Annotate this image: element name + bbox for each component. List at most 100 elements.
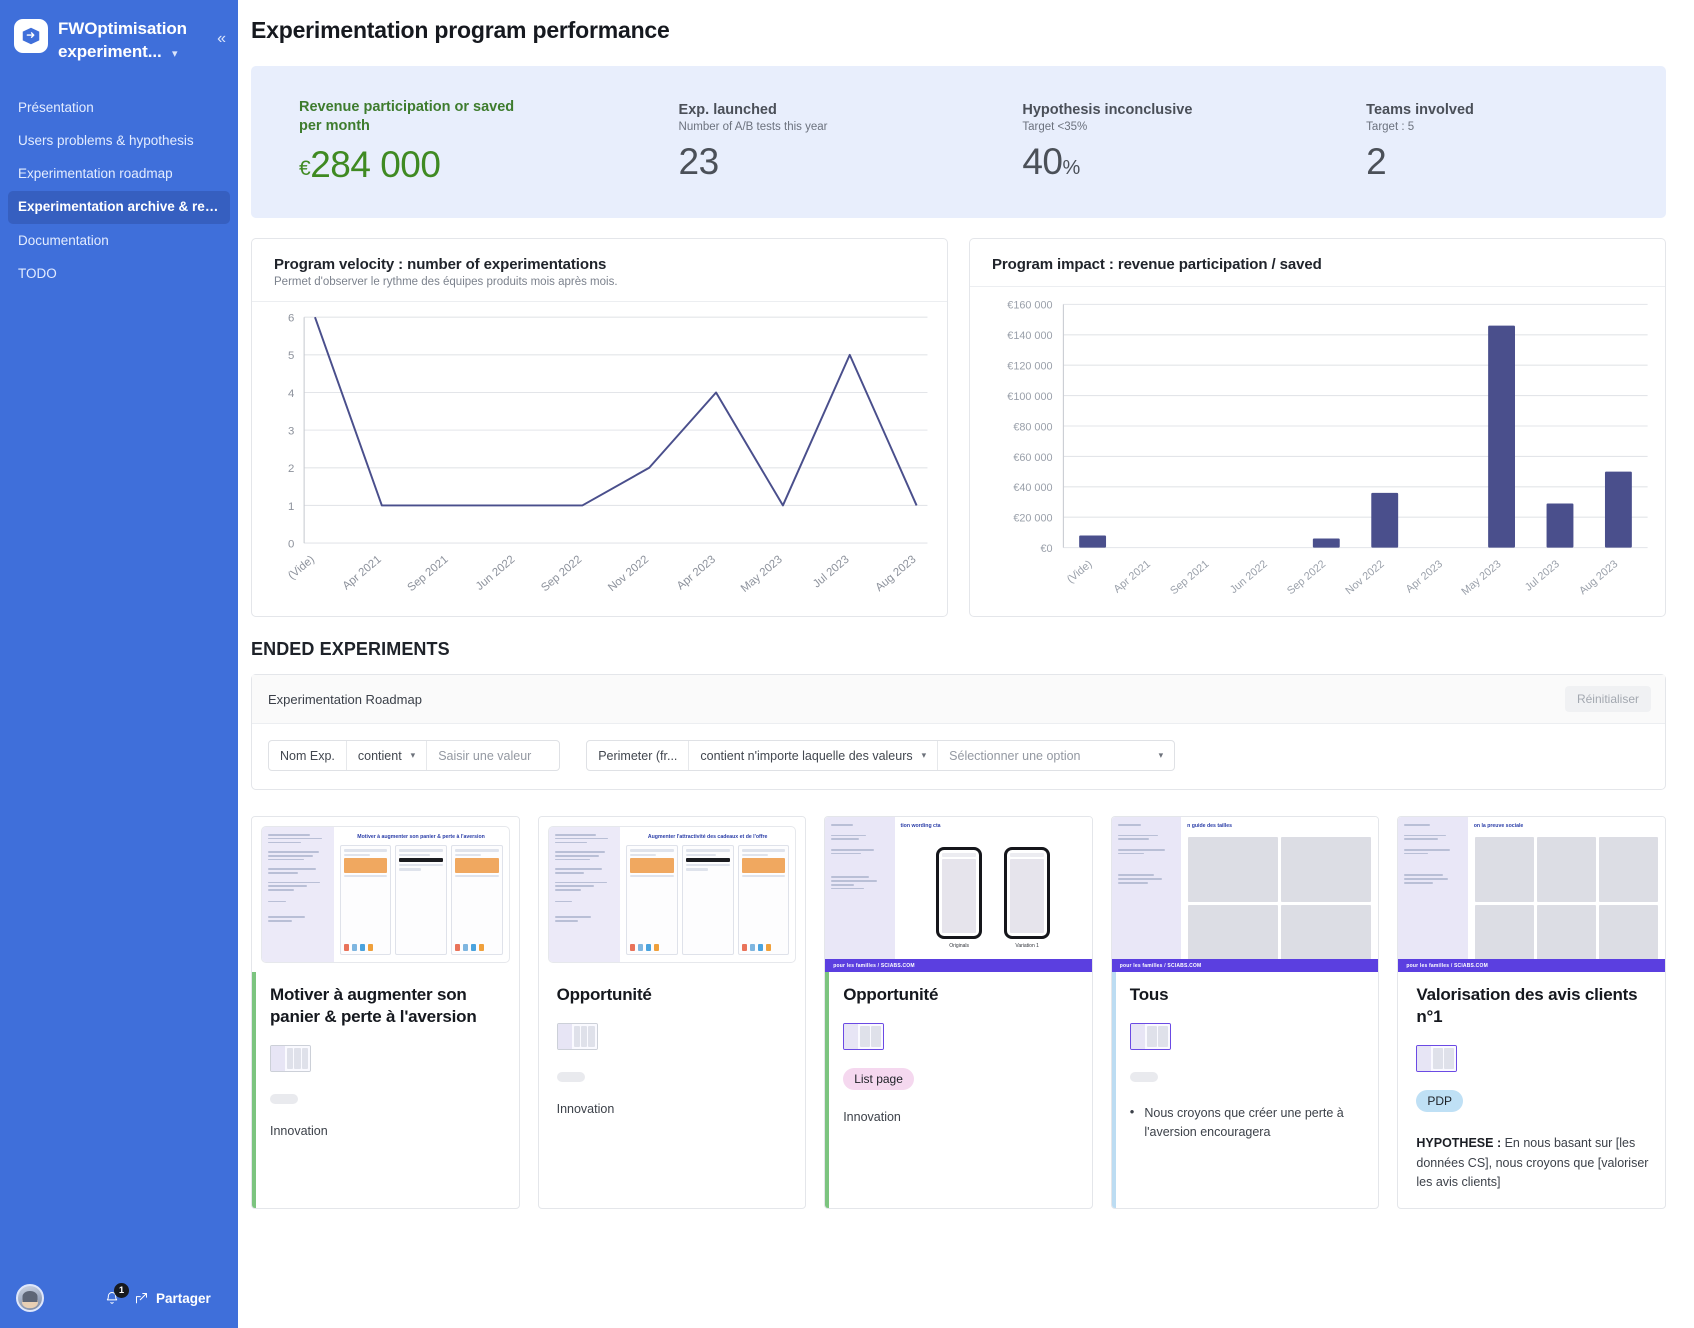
experiment-pill: PDP (1416, 1090, 1464, 1113)
chart-plot-area: 0 1 2 3 4 5 6 (Vide) Apr 2021 Sep 2021 Jun 2022 Sep… (252, 302, 947, 616)
experiment-bullet: • Nous croyons que créer une perte à l'a… (1130, 1104, 1365, 1143)
cover-side-column (1398, 817, 1468, 972)
experiment-thumbnail[interactable] (843, 1023, 885, 1051)
chevron-down-icon[interactable]: ▾ (172, 47, 178, 60)
sidebar-item-experimentation-roadmap[interactable]: Experimentation roadmap (8, 158, 230, 190)
workspace-title: FWOptimisation experiment... (58, 19, 187, 61)
svg-text:4: 4 (288, 388, 294, 400)
experiment-card[interactable]: Augmenter l'attractivité des cadeaux et … (537, 816, 807, 1210)
filter-value-input[interactable]: Saisir une valeur (427, 741, 559, 770)
experiment-thumbnail[interactable] (1129, 1023, 1171, 1051)
svg-text:€0: €0 (1040, 543, 1052, 555)
notifications-button[interactable]: 1 (104, 1282, 129, 1307)
kpi-label: Exp. launched (678, 101, 777, 118)
cover-thumb (339, 845, 392, 955)
svg-text:5: 5 (288, 350, 294, 362)
svg-text:0: 0 (288, 538, 294, 550)
svg-text:€80 000: €80 000 (1013, 421, 1052, 433)
kpi-currency: € (299, 156, 311, 180)
cover-grid-preview: on la preuve sociale pour les familles /… (1398, 817, 1665, 972)
svg-text:Apr 2023: Apr 2023 (675, 554, 718, 593)
cover-side-column (825, 817, 895, 972)
cover-phone-preview: tion wording cta Originals Variation 1 p… (825, 817, 1092, 972)
svg-text:May 2023: May 2023 (1459, 558, 1503, 598)
hypothesis-label: HYPOTHESE : (1416, 1136, 1502, 1151)
experiment-cover: n guide des tailles pour les familles / … (1111, 817, 1379, 972)
svg-text:€140 000: €140 000 (1007, 330, 1052, 342)
cover-grid-preview: n guide des tailles pour les familles / … (1111, 817, 1379, 972)
experiment-pill: List page (843, 1068, 914, 1091)
experiment-card[interactable]: Motiver à augmenter son panier & perte à… (251, 816, 520, 1210)
section-title-ended-experiments: ENDED EXPERIMENTS (251, 639, 450, 659)
experiment-thumbnail[interactable] (270, 1045, 311, 1073)
filter-operator-select[interactable]: contient ▾ (347, 741, 428, 770)
svg-text:Apr 2021: Apr 2021 (341, 554, 384, 593)
phone-mockup (936, 847, 983, 940)
experiment-cover: Augmenter l'attractivité des cadeaux et … (538, 817, 806, 972)
kpi-value: €284 000 (299, 144, 633, 186)
svg-text:Apr 2023: Apr 2023 (1404, 558, 1445, 595)
workspace-title-wrap[interactable]: FWOptimisation experiment... ▾ (58, 16, 224, 64)
main-content: Experimentation program performance Reve… (238, 0, 1694, 1328)
cover-main-column: Motiver à augmenter son panier & perte à… (334, 827, 509, 962)
svg-text:6: 6 (288, 313, 294, 325)
experiment-card[interactable]: n guide des tailles pour les familles / … (1110, 816, 1380, 1210)
experiment-thumbnail[interactable] (556, 1023, 598, 1051)
sidebar-item-documentation[interactable]: Documentation (8, 225, 230, 257)
cover-heading: tion wording cta (900, 823, 941, 829)
filter-panel-body: Nom Exp. contient ▾ Saisir une valeur Pe… (252, 724, 1665, 789)
sidebar-nav: Présentation Users problems & hypothesis… (0, 92, 238, 290)
svg-text:€160 000: €160 000 (1007, 300, 1052, 312)
share-arrow-icon (136, 1292, 147, 1303)
experiment-card[interactable]: on la preuve sociale pour les familles /… (1397, 816, 1666, 1210)
svg-text:€40 000: €40 000 (1013, 482, 1052, 494)
kpi-number: 284 000 (310, 143, 441, 185)
sidebar-item-presentation[interactable]: Présentation (8, 92, 230, 124)
cover-side-column (548, 827, 621, 962)
cover-heading: n guide des tailles (1187, 823, 1233, 829)
reset-filters-button[interactable]: Réinitialiser (1564, 686, 1651, 712)
sidebar-footer: 1 Partager (0, 1282, 238, 1328)
kpi-suffix: % (1062, 157, 1081, 180)
sidebar-header: FWOptimisation experiment... ▾ « (0, 0, 238, 74)
experiment-card[interactable]: tion wording cta Originals Variation 1 p… (824, 816, 1093, 1210)
share-button[interactable]: Partager (134, 1291, 211, 1306)
filter-operator-select[interactable]: contient n'importe laquelle des valeurs … (689, 741, 939, 770)
experiment-title: Motiver à augmenter son panier & perte à… (270, 985, 477, 1027)
experiment-tag: Innovation (556, 1102, 615, 1117)
cover-main-column: tion wording cta Originals Variation 1 (895, 817, 1092, 972)
cover-thumb (737, 845, 790, 955)
kpi-number: 40 (1022, 141, 1063, 183)
sidebar-item-todo[interactable]: TODO (8, 258, 230, 290)
experiment-meta: Tous • Nous croyons que créer une perte … (1111, 972, 1379, 1209)
experiment-empty-pill (556, 1072, 585, 1083)
chevron-double-left-icon[interactable]: « (217, 31, 226, 47)
cover-side-column (1111, 817, 1182, 972)
experiment-thumbnail[interactable] (1416, 1045, 1458, 1073)
avatar[interactable] (16, 1284, 44, 1312)
sidebar-item-experimentation-archive[interactable]: Experimentation archive & res... (8, 191, 230, 224)
sidebar: FWOptimisation experiment... ▾ « Présent… (0, 0, 238, 1328)
svg-text:3: 3 (288, 425, 294, 437)
filter-option-select[interactable]: Sélectionner une option ▾ (938, 741, 1174, 770)
filter-operator-label: contient n'importe laquelle des valeurs (700, 748, 913, 763)
svg-text:Sep 2022: Sep 2022 (1285, 558, 1328, 597)
filter-option-placeholder: Sélectionner une option (949, 748, 1081, 763)
cover-thumb (450, 845, 503, 955)
svg-text:Jun 2022: Jun 2022 (474, 554, 518, 593)
cover-heading: Motiver à augmenter son panier & perte à… (357, 834, 485, 840)
svg-text:(Vide): (Vide) (1065, 558, 1095, 586)
cover-main-column: n guide des tailles (1181, 817, 1378, 972)
experiment-title: Opportunité (556, 985, 652, 1004)
sidebar-item-users-problems[interactable]: Users problems & hypothesis (8, 125, 230, 157)
svg-text:Apr 2021: Apr 2021 (1112, 558, 1153, 595)
cover-heading: on la preuve sociale (1473, 823, 1524, 829)
chart-row: Program velocity : number of experimenta… (251, 238, 1666, 617)
experiment-cover: on la preuve sociale pour les familles /… (1398, 817, 1665, 972)
chevron-down-icon: ▾ (410, 750, 416, 760)
kpi-label: Hypothesis inconclusive (1022, 101, 1193, 118)
notification-badge: 1 (114, 1282, 129, 1298)
svg-text:2: 2 (288, 463, 294, 475)
cover-side-column (262, 827, 334, 962)
svg-text:Sep 2021: Sep 2021 (406, 554, 451, 595)
